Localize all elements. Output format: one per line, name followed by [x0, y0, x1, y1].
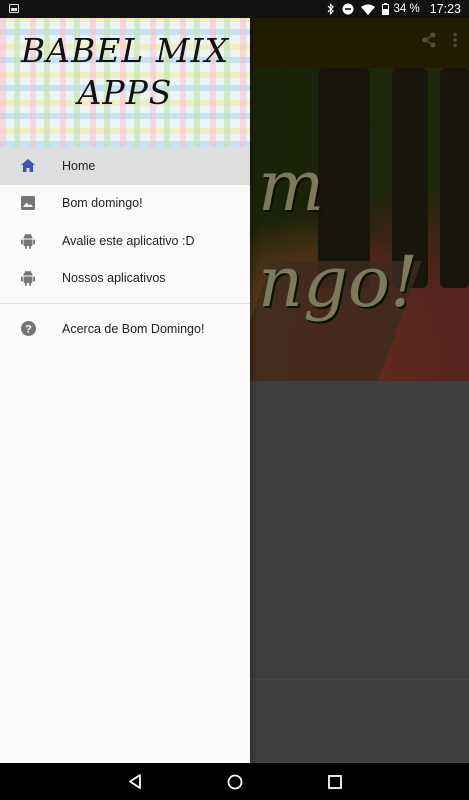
image-notification-icon	[9, 4, 19, 13]
battery-icon	[381, 2, 389, 16]
menu-item-avalie[interactable]: Avalie este aplicativo :D	[0, 222, 250, 260]
recents-icon[interactable]	[325, 772, 345, 792]
drawer-secondary-menu: ? Acerca de Bom Domingo!	[0, 310, 250, 348]
battery-percent: 34 %	[393, 3, 420, 15]
drawer-header-title: BABEL MIX APPS	[20, 31, 230, 112]
image-icon	[20, 195, 36, 211]
help-icon: ?	[20, 321, 36, 337]
menu-item-label: Acerca de Bom Domingo!	[62, 321, 205, 336]
drawer-header: BABEL MIX APPS	[0, 0, 250, 147]
menu-item-bom-domingo[interactable]: Bom domingo!	[0, 185, 250, 223]
menu-item-label: Avalie este aplicativo :D	[62, 233, 195, 248]
clock: 17:23	[429, 2, 461, 16]
do-not-disturb-icon	[342, 2, 354, 16]
menu-item-label: Home	[62, 158, 96, 173]
navigation-drawer: BABEL MIX APPS Home Bom domingo! Avalie …	[0, 0, 250, 763]
system-nav-bar	[0, 763, 469, 800]
menu-item-nossos-aplicativos[interactable]: Nossos aplicativos	[0, 260, 250, 298]
status-bar: 34 % 17:23	[0, 0, 469, 18]
svg-text:?: ?	[25, 324, 32, 336]
android-icon	[20, 233, 36, 249]
home-circle-icon[interactable]	[225, 772, 245, 792]
menu-item-label: Nossos aplicativos	[62, 271, 166, 286]
menu-item-home[interactable]: Home	[0, 147, 250, 185]
back-icon[interactable]	[125, 772, 145, 792]
home-icon	[20, 158, 36, 174]
menu-divider	[0, 303, 250, 304]
wifi-icon	[360, 2, 375, 16]
android-icon	[20, 270, 36, 287]
menu-item-acerca[interactable]: ? Acerca de Bom Domingo!	[0, 310, 250, 348]
bluetooth-icon	[327, 2, 335, 16]
menu-item-label: Bom domingo!	[62, 196, 143, 211]
drawer-menu: Home Bom domingo! Avalie este aplicativo…	[0, 147, 250, 297]
